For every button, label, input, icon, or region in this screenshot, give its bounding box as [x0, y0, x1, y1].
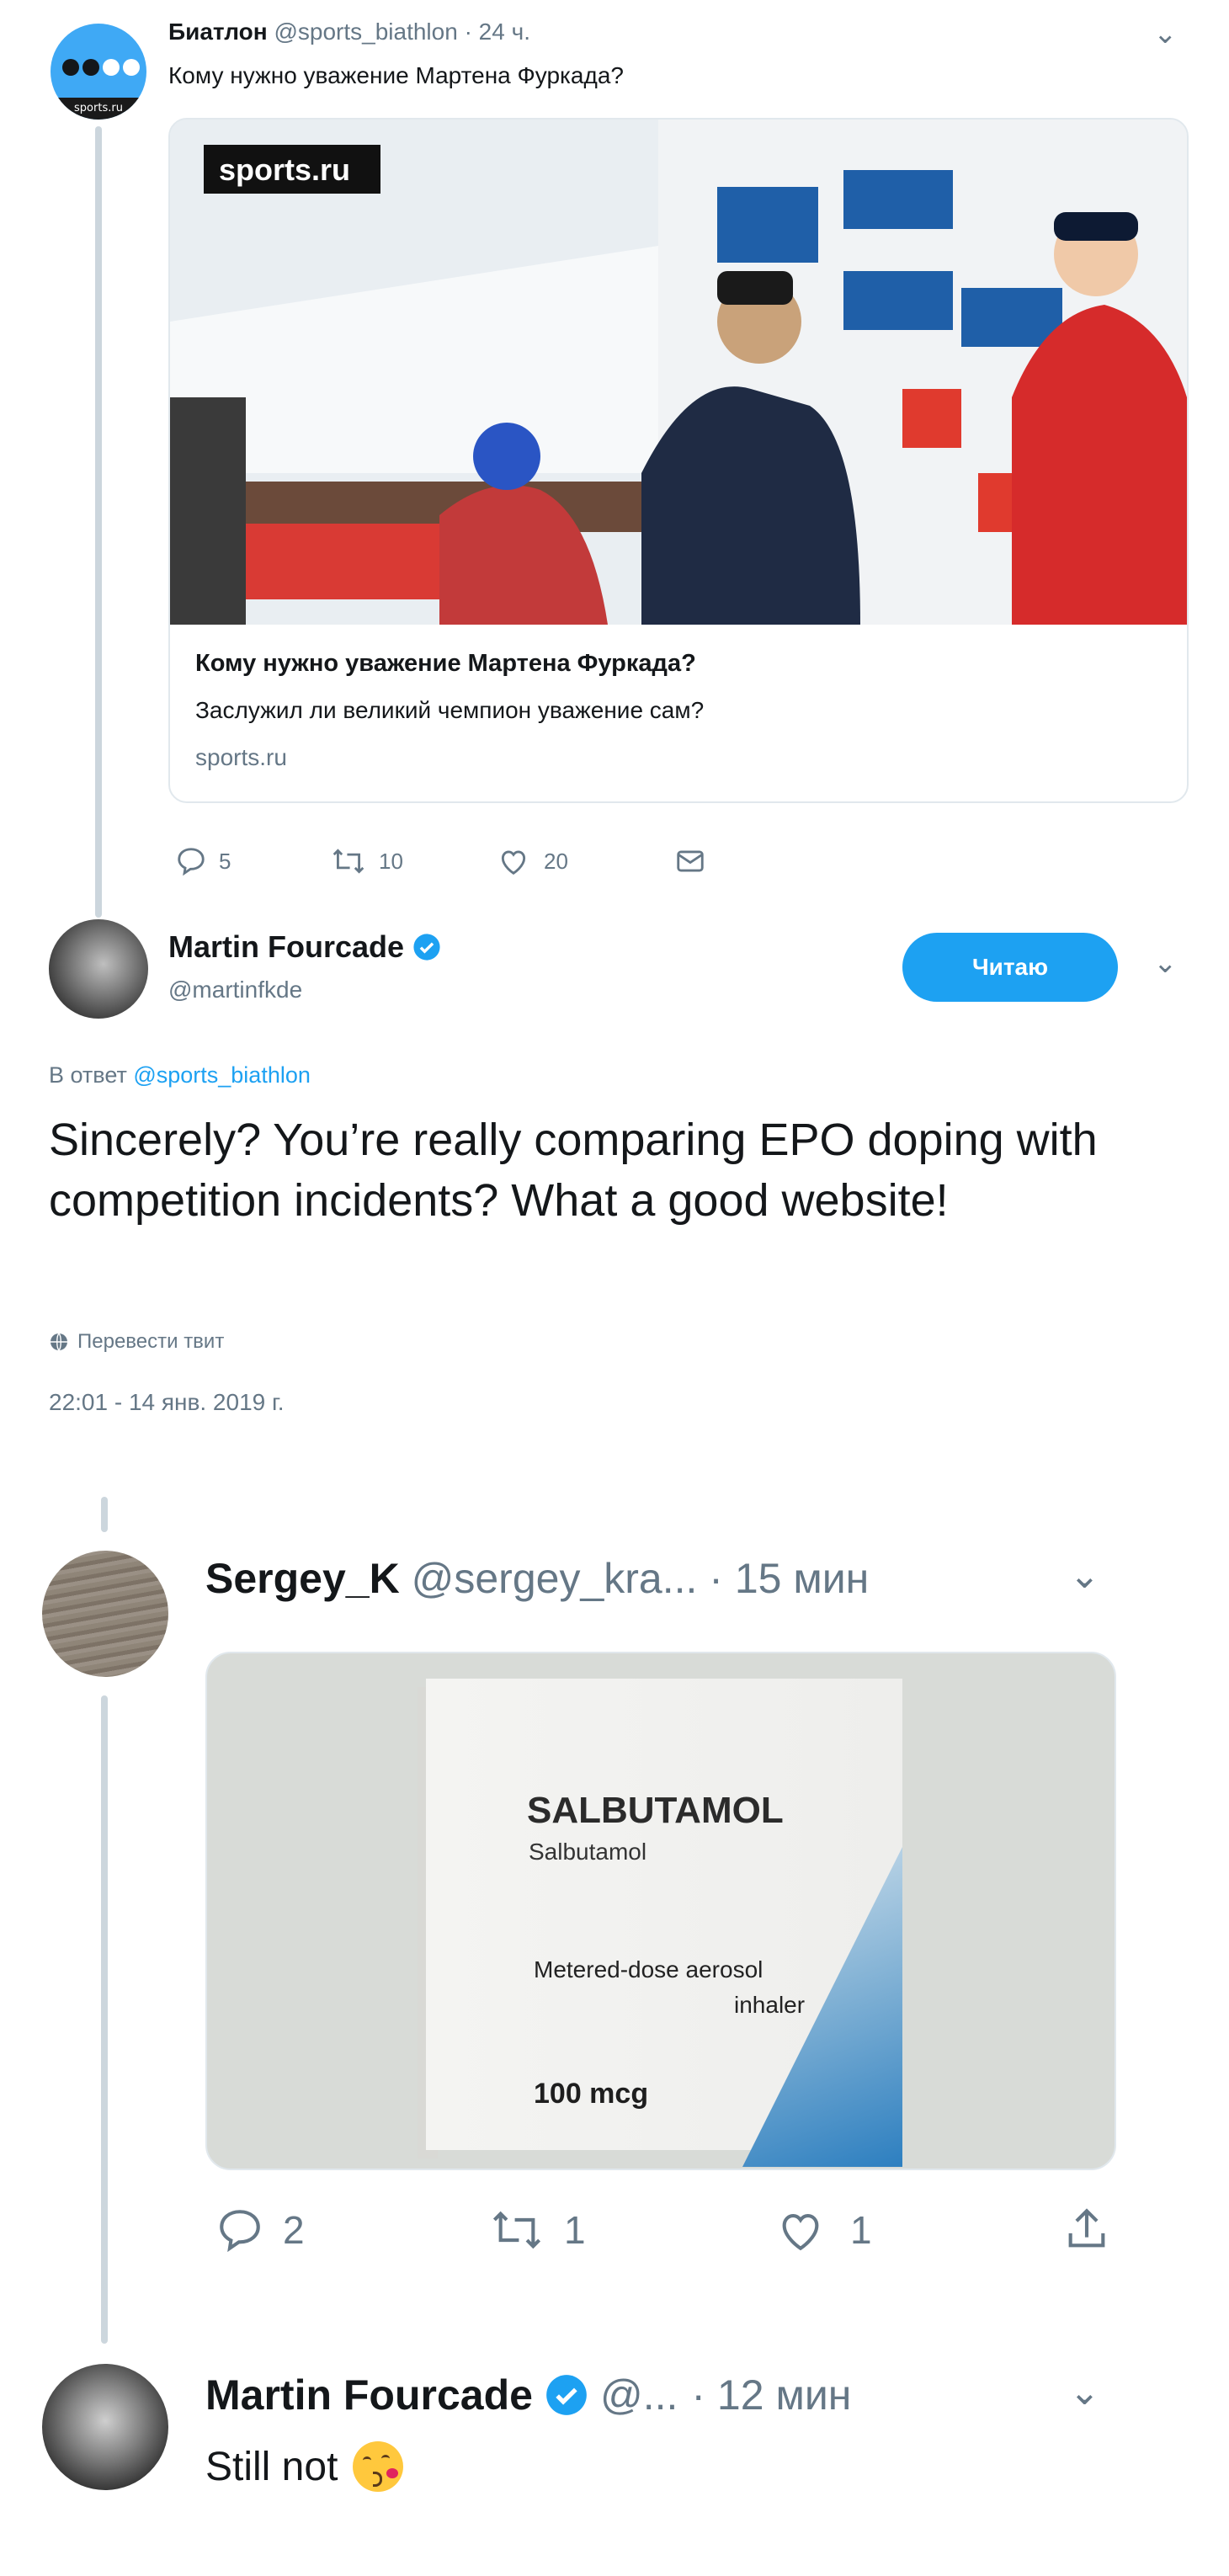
card-title: Кому нужно уважение Мартена Фуркада?: [195, 650, 696, 677]
tweet3-header: Sergey_K @sergey_kra... · 15 мин: [205, 1554, 869, 1603]
follow-button[interactable]: Читаю: [902, 933, 1118, 1002]
card-description: Заслужил ли великий чемпион уважение сам…: [195, 697, 705, 723]
chevron-down-icon[interactable]: ⌄: [1069, 2371, 1100, 2414]
avatar-label: sports.ru: [51, 98, 146, 120]
author-handle[interactable]: @sports_biathlon: [274, 19, 457, 45]
retweet-button[interactable]: 1: [488, 2206, 586, 2254]
tweet4-header: Martin Fourcade @... · 12 мин: [205, 2371, 851, 2419]
thread-line-top: [95, 126, 102, 918]
thread-line-stub: [101, 1497, 108, 1532]
chevron-down-icon[interactable]: ⌄: [1153, 946, 1178, 980]
tweet1-header: Биатлон @sports_biathlon · 24 ч.: [168, 19, 530, 45]
like-button[interactable]: 1: [774, 2206, 872, 2254]
tweet-media[interactable]: SALBUTAMOL Salbutamol Metered-dose aeros…: [205, 1652, 1116, 2170]
tweet2-author-row: Martin Fourcade: [168, 929, 441, 965]
reply-prefix: В ответ: [49, 1062, 127, 1088]
chevron-down-icon[interactable]: ⌄: [1153, 17, 1178, 51]
like-count: 1: [850, 2208, 872, 2252]
retweet-icon: [333, 849, 364, 874]
author-name[interactable]: Martin Fourcade: [168, 929, 404, 965]
sergey-avatar[interactable]: [42, 1551, 168, 1677]
share-icon: [1068, 2208, 1105, 2248]
tweet-time[interactable]: · 12 мин: [691, 2371, 851, 2419]
author-handle[interactable]: @...: [600, 2371, 678, 2419]
emoji-eye: [381, 2455, 391, 2462]
avatar-dot: [62, 59, 79, 76]
reply-count: 2: [283, 2208, 305, 2252]
thread-line-middle: [101, 1695, 108, 2344]
reply-context: В ответ @sports_biathlon: [49, 1062, 311, 1088]
like-count: 20: [544, 848, 568, 874]
reply-button[interactable]: 2: [215, 2206, 305, 2254]
chevron-down-icon[interactable]: ⌄: [1069, 1554, 1100, 1597]
tweet-text: Sincerely? You’re really comparing EPO d…: [49, 1115, 1098, 1226]
author-handle[interactable]: @sergey_kra...: [412, 1555, 698, 1602]
card-logo: sports.ru: [219, 152, 350, 187]
biathlon-avatar[interactable]: sports.ru: [51, 24, 146, 120]
reply-icon: [178, 848, 205, 876]
product-box: SALBUTAMOL Salbutamol Metered-dose aeros…: [426, 1679, 902, 2167]
author-name[interactable]: Биатлон: [168, 19, 268, 45]
tweet4-text-row: Still not: [205, 2441, 404, 2492]
card-image: sports.ru: [170, 120, 1187, 625]
emoji-heart: [386, 2468, 399, 2478]
retweet-count: 10: [379, 848, 403, 874]
avatar-dot: [82, 59, 99, 76]
emoji-mouth: [373, 2472, 383, 2487]
card-photo: sports.ru: [170, 120, 1187, 625]
tweet-time[interactable]: · 15 мин: [709, 1555, 869, 1602]
product-form-line1: Metered-dose aerosol: [534, 1956, 763, 1983]
tweet-time[interactable]: · 24 ч.: [465, 19, 530, 45]
author-handle[interactable]: @martinfkde: [168, 977, 302, 1003]
product-brand: SALBUTAMOL: [527, 1790, 784, 1831]
dm-icon: [677, 850, 704, 872]
translate-label: Перевести твит: [77, 1330, 225, 1353]
retweet-count: 1: [564, 2208, 586, 2252]
reply-mention-link[interactable]: @sports_biathlon: [133, 1062, 311, 1088]
product-subtitle: Salbutamol: [529, 1839, 647, 1865]
martin-avatar[interactable]: [49, 919, 148, 1019]
retweet-button[interactable]: 10: [330, 845, 403, 877]
retweet-icon: [492, 2211, 541, 2249]
link-card[interactable]: sports.ru Кому нужно уважение Мартена Фу…: [168, 118, 1189, 803]
tweet-timestamp[interactable]: 22:01 - 14 янв. 2019 г.: [49, 1389, 285, 1416]
dm-button[interactable]: [673, 845, 707, 877]
reply-count: 5: [219, 848, 231, 874]
reply-icon: [220, 2210, 260, 2253]
avatar-dot: [103, 59, 120, 76]
card-domain: sports.ru: [195, 744, 287, 770]
emoji-eye: [363, 2456, 372, 2464]
like-icon: [782, 2214, 819, 2251]
like-icon: [501, 850, 526, 875]
share-button[interactable]: [1062, 2204, 1111, 2254]
martin-avatar[interactable]: [42, 2364, 168, 2490]
author-name[interactable]: Martin Fourcade: [205, 2371, 533, 2419]
translate-link[interactable]: Перевести твит: [49, 1330, 224, 1354]
tweet1-text: Кому нужно уважение Мартена Фуркада?: [168, 62, 624, 88]
avatar-dot: [123, 59, 140, 76]
tweet-text: Still not: [205, 2444, 338, 2489]
kiss-emoji-icon: [353, 2441, 404, 2492]
verified-icon: [546, 2375, 587, 2415]
author-name[interactable]: Sergey_K: [205, 1555, 400, 1602]
reply-button[interactable]: 5: [175, 845, 231, 877]
product-form-line2: inhaler: [734, 1992, 806, 2018]
verified-icon: [413, 934, 440, 961]
like-button[interactable]: 20: [497, 845, 568, 877]
product-dose: 100 mcg: [534, 2078, 649, 2110]
globe-icon: [51, 1333, 67, 1351]
